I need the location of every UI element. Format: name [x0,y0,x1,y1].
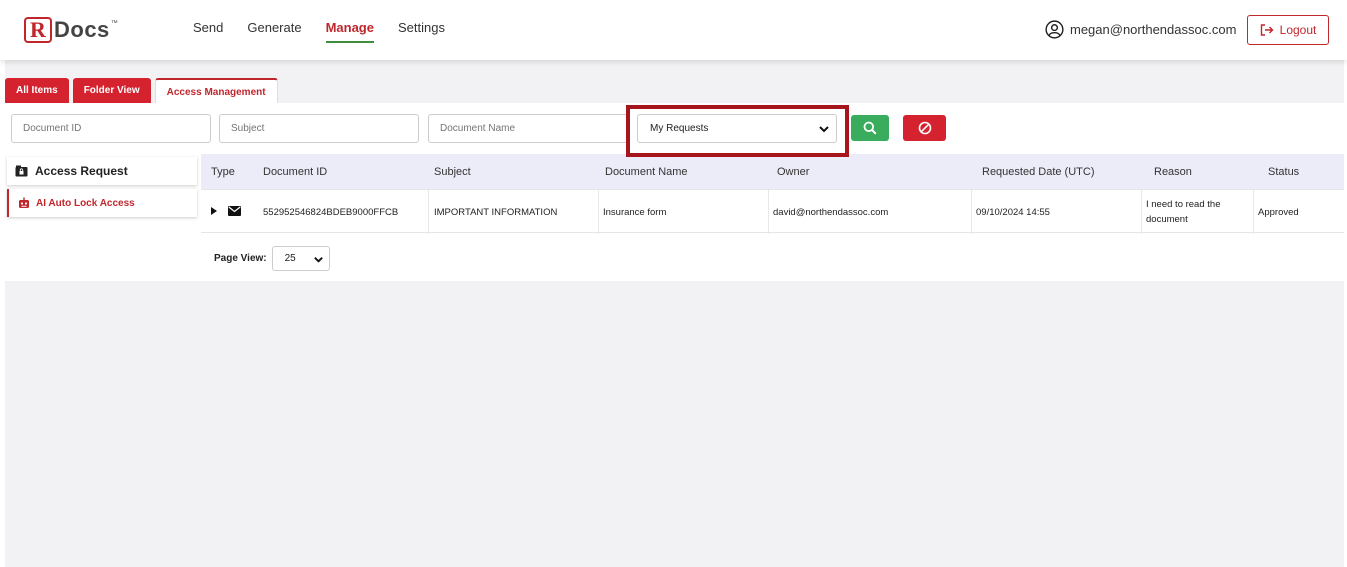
header-type[interactable]: Type [211,166,235,178]
cell-subject: IMPORTANT INFORMATION [428,190,598,234]
chevron-down-icon [313,257,323,263]
nav-settings[interactable]: Settings [398,20,445,43]
header-document-id[interactable]: Document ID [263,166,327,178]
clear-filter-button[interactable] [903,115,946,141]
access-request-header: Access Request [7,157,197,185]
panel-item-label: AI Auto Lock Access [36,197,135,209]
tab-all-items[interactable]: All Items [5,78,69,103]
top-header: R Docs ™ Send Generate Manage Settings m… [0,0,1347,60]
header-owner[interactable]: Owner [777,166,809,178]
search-icon [863,121,877,135]
ai-robot-icon [19,197,29,208]
ban-icon [918,121,931,135]
filter-bar: My Requests [5,103,1344,154]
nav-send[interactable]: Send [193,20,223,43]
document-name-filter[interactable] [428,114,628,143]
lock-folder-icon [15,165,28,177]
cell-owner: david@northendassoc.com [768,190,971,234]
nav-manage[interactable]: Manage [325,20,374,43]
access-request-title: Access Request [35,164,128,178]
view-tabs: All Items Folder View Access Management [5,78,282,104]
subject-filter[interactable] [219,114,419,143]
requests-table: Type Document ID Subject Document Name O… [201,154,1344,281]
request-type-select[interactable]: My Requests [637,114,837,143]
document-id-filter[interactable] [11,114,211,143]
user-account-icon [1045,20,1064,39]
logo-r-mark: R [24,17,52,43]
user-menu[interactable]: megan@northendassoc.com [1045,20,1236,39]
header-subject[interactable]: Subject [434,166,471,178]
header-reason[interactable]: Reason [1154,166,1192,178]
table-header-row: Type Document ID Subject Document Name O… [201,154,1344,189]
logo-trademark: ™ [110,20,118,27]
header-document-name[interactable]: Document Name [605,166,688,178]
user-email: megan@northendassoc.com [1070,22,1237,37]
search-button[interactable] [851,115,889,141]
request-type-value: My Requests [650,123,709,134]
cell-status: Approved [1253,190,1344,234]
nav-generate[interactable]: Generate [247,20,301,43]
page-view-label: Page View: [214,253,267,264]
table-row[interactable]: 552952546824BDEB9000FFCB IMPORTANT INFOR… [201,189,1344,234]
header-requested-date[interactable]: Requested Date (UTC) [982,166,1095,178]
logout-icon [1260,24,1274,36]
logout-button[interactable]: Logout [1247,15,1329,45]
main-nav: Send Generate Manage Settings [193,20,469,43]
cell-requested-date: 09/10/2024 14:55 [971,190,1141,234]
page-size-value: 25 [284,253,296,264]
chevron-down-icon [819,126,829,133]
logout-label: Logout [1279,23,1317,37]
header-status[interactable]: Status [1268,166,1299,178]
cell-document-id: 552952546824BDEB9000FFCB [263,206,399,218]
tab-folder-view[interactable]: Folder View [72,78,151,103]
cell-document-name: Insurance form [598,190,768,234]
tab-access-management[interactable]: Access Management [154,78,278,104]
page-size-select[interactable]: 25 [271,246,330,271]
panel-item-ai-auto-lock-access[interactable]: AI Auto Lock Access [7,189,197,217]
cell-reason: I need to read the document [1141,190,1253,234]
mail-icon [228,206,241,216]
logo-text: Docs [54,17,110,42]
page-view-control: Page View: 25 [214,246,330,271]
expand-row-icon[interactable] [211,207,217,215]
rdocs-logo[interactable]: R Docs ™ [24,16,118,44]
left-panel: Access Request AI Auto Lock Access [5,154,201,281]
